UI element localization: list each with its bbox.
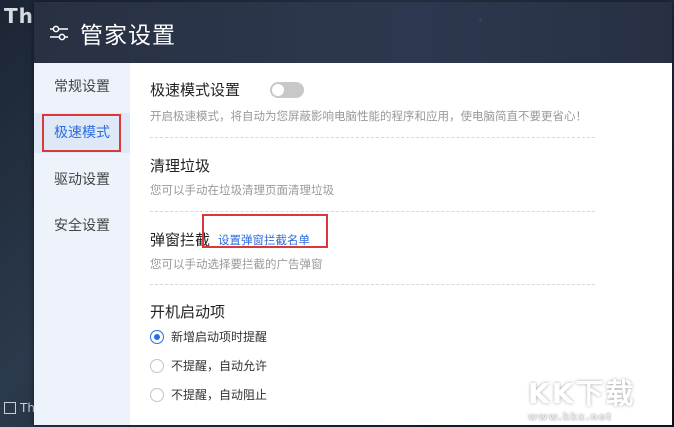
- sidebar-item-security[interactable]: 安全设置: [34, 206, 130, 246]
- radio-label: 不提醒，自动阻止: [171, 388, 268, 402]
- radio-unchecked[interactable]: [150, 358, 164, 373]
- startup-option-auto-allow[interactable]: 不提醒，自动允许: [150, 357, 267, 374]
- highlight-box-sidebar: [42, 114, 121, 152]
- highlight-box-link: [202, 214, 328, 248]
- startup-option-auto-block[interactable]: 不提醒，自动阻止: [150, 386, 267, 403]
- window-body: 常规设置 极速模式 驱动设置 安全设置 极速模式设置 开启极速模式，将自动为您屏…: [34, 63, 672, 425]
- cleanup-title: 清理垃圾: [150, 157, 211, 175]
- settings-window: 管家设置 常规设置 极速模式 驱动设置 安全设置 极速模式设置 开启极速模式，将…: [34, 2, 672, 425]
- popup-block-description: 您可以手动选择要拦截的广告弹窗: [150, 257, 323, 271]
- title-bar[interactable]: 管家设置: [34, 2, 672, 63]
- watermark-logo-text: KK下载: [528, 377, 636, 410]
- divider: [150, 137, 595, 138]
- sliders-icon: [50, 25, 68, 40]
- watermark: KK下载 www.kkx.net: [528, 372, 635, 423]
- speed-mode-title: 极速模式设置: [150, 81, 241, 99]
- startup-option-remind[interactable]: 新增启动项时提醒: [150, 328, 267, 345]
- background-text-top: Th: [4, 4, 34, 28]
- speed-mode-description: 开启极速模式，将自动为您屏蔽影响电脑性能的程序和应用，使电脑简直不要更省心！: [150, 109, 587, 123]
- speed-mode-toggle[interactable]: [270, 82, 304, 98]
- startup-title: 开机启动项: [150, 303, 226, 321]
- sidebar-item-drivers[interactable]: 驱动设置: [34, 160, 130, 200]
- radio-checked[interactable]: [150, 329, 164, 344]
- radio-unchecked[interactable]: [150, 387, 164, 402]
- radio-label: 新增启动项时提醒: [171, 330, 268, 344]
- sidebar-item-general[interactable]: 常规设置: [34, 67, 130, 107]
- toggle-knob: [272, 84, 284, 96]
- window-title: 管家设置: [80, 22, 176, 49]
- sidebar-item-label: 驱动设置: [54, 172, 110, 188]
- watermark-url: www.kkx.net: [528, 412, 613, 423]
- sidebar-item-label: 安全设置: [54, 218, 110, 234]
- cleanup-description: 您可以手动在垃圾清理页面清理垃圾: [150, 183, 334, 197]
- divider: [150, 211, 595, 212]
- divider: [150, 284, 595, 285]
- radio-label: 不提醒，自动允许: [171, 359, 268, 373]
- sidebar-item-label: 常规设置: [54, 79, 110, 95]
- popup-block-title: 弹窗拦截: [150, 231, 211, 249]
- window-icon: [4, 402, 16, 414]
